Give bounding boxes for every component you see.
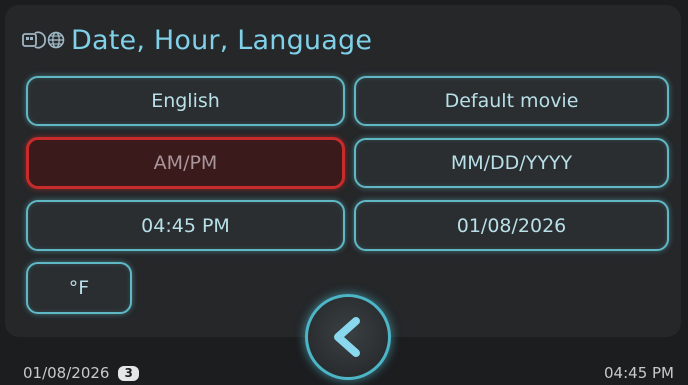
chevron-left-icon [334,317,360,357]
time-button[interactable]: 04:45 PM [26,200,345,251]
footer-time: 04:45 PM [604,364,674,382]
display-icon [22,31,46,49]
movie-button[interactable]: Default movie [354,76,669,126]
footer-date: 01/08/2026 [23,364,110,382]
date-format-button[interactable]: MM/DD/YYYY [354,138,669,188]
back-button[interactable] [305,294,391,380]
page-title: Date, Hour, Language [71,24,373,56]
date-button[interactable]: 01/08/2026 [354,200,669,251]
footer-left: 01/08/2026 3 [23,363,139,383]
header: Date, Hour, Language [22,20,372,60]
footer-right: 04:45 PM [604,363,674,383]
globe-icon [47,31,65,49]
header-icons [22,31,65,49]
notification-badge: 3 [118,365,139,381]
time-format-button[interactable]: AM/PM [26,137,345,189]
language-button[interactable]: English [26,76,345,126]
temperature-unit-button[interactable]: °F [26,262,132,314]
